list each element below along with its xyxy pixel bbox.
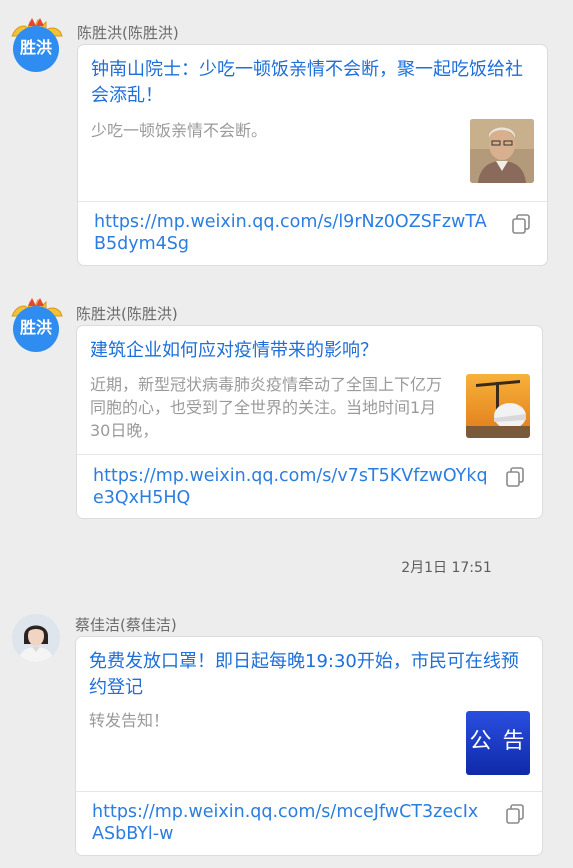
avatar-label: 胜洪 bbox=[19, 38, 52, 57]
sender-name: 陈胜洪(陈胜洪) bbox=[76, 305, 178, 323]
avatar[interactable]: 胜洪 bbox=[11, 298, 63, 352]
card-divider bbox=[77, 454, 542, 455]
user-photo-icon bbox=[12, 614, 60, 662]
message-timestamp: 2月1日 17:51 bbox=[401, 560, 492, 576]
card-link[interactable]: https://mp.weixin.qq.com/s/mceJfwCT3zecI… bbox=[92, 801, 487, 845]
avatar[interactable]: 胜洪 bbox=[11, 18, 63, 72]
copy-icon[interactable] bbox=[510, 213, 532, 235]
card-link[interactable]: https://mp.weixin.qq.com/s/l9rNz0OZSFzwT… bbox=[94, 211, 489, 255]
copy-icon[interactable] bbox=[504, 466, 526, 488]
avatar[interactable] bbox=[12, 614, 60, 662]
card-thumbnail bbox=[470, 119, 534, 183]
copy-icon[interactable] bbox=[504, 803, 526, 825]
card-description: 近期，新型冠状病毒肺炎疫情牵动了全国上下亿万同胞的心，也受到了全世界的关注。当地… bbox=[90, 375, 443, 440]
card-title[interactable]: 免费发放口罩！即日起每晚19:30开始，市民可在线预约登记 bbox=[89, 649, 530, 701]
card-title[interactable]: 建筑企业如何应对疫情带来的影响？ bbox=[90, 338, 530, 364]
link-card[interactable]: 建筑企业如何应对疫情带来的影响？ 近期，新型冠状病毒肺炎疫情牵动了全国上下亿万同… bbox=[76, 325, 543, 519]
card-title[interactable]: 钟南山院士：少吃一顿饭亲情不会断，聚一起吃饭给社会添乱！ bbox=[91, 57, 535, 109]
link-card[interactable]: 钟南山院士：少吃一顿饭亲情不会断，聚一起吃饭给社会添乱！ 少吃一顿饭亲情不会断。… bbox=[77, 44, 548, 266]
sender-name: 蔡佳洁(蔡佳洁) bbox=[75, 616, 177, 634]
card-divider bbox=[76, 791, 542, 792]
card-divider bbox=[78, 201, 547, 202]
card-description: 少吃一顿饭亲情不会断。 bbox=[91, 121, 268, 140]
link-card[interactable]: 免费发放口罩！即日起每晚19:30开始，市民可在线预约登记 转发告知！ 公 告 … bbox=[75, 636, 543, 856]
sender-name: 陈胜洪(陈胜洪) bbox=[77, 24, 179, 42]
avatar-label: 胜洪 bbox=[19, 318, 52, 337]
notice-thumb-label: 公 告 bbox=[469, 729, 527, 754]
construction-image-icon bbox=[466, 374, 530, 438]
card-thumbnail bbox=[466, 374, 530, 438]
portrait-image-icon bbox=[470, 119, 534, 183]
card-link[interactable]: https://mp.weixin.qq.com/s/v7sT5KVfzwOYk… bbox=[93, 465, 488, 509]
card-description: 转发告知！ bbox=[89, 711, 170, 730]
card-thumbnail: 公 告 bbox=[466, 711, 530, 775]
